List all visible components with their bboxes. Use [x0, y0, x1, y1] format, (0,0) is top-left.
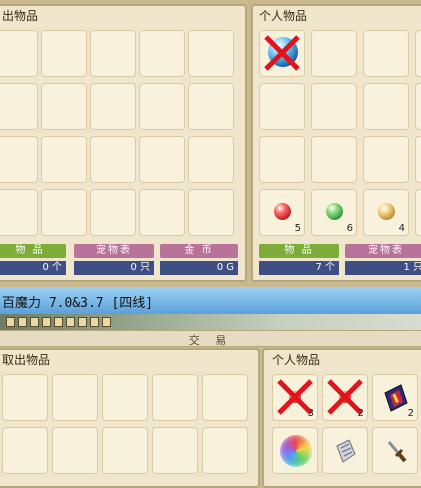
scroll-icon: [336, 439, 356, 463]
pet-count-value: 1 只: [345, 261, 421, 275]
item-slot[interactable]: 5: [259, 189, 305, 236]
item-slot[interactable]: [139, 136, 185, 183]
item-slot[interactable]: [363, 83, 409, 130]
item-slot[interactable]: [311, 136, 357, 183]
item-slot[interactable]: [259, 30, 305, 77]
item-slot[interactable]: [2, 427, 48, 474]
item-slot[interactable]: [188, 189, 234, 236]
toolbar-icon[interactable]: [54, 317, 63, 327]
item-slot[interactable]: [188, 136, 234, 183]
item-count: 6: [346, 223, 353, 234]
toolbar-icon[interactable]: [42, 317, 51, 327]
toolbar-icon[interactable]: [18, 317, 27, 327]
dagger-icon: [387, 441, 407, 463]
give-items-panel: 出物品 物 品 宠物表 金 币 0 个 0 只 0 G: [0, 4, 247, 282]
item-slot[interactable]: [102, 427, 148, 474]
item-slot[interactable]: [415, 30, 421, 77]
item-slot[interactable]: [152, 427, 198, 474]
panel-title: 出物品: [2, 9, 39, 23]
item-slot[interactable]: [0, 30, 38, 77]
tab-pets[interactable]: 宠物表: [345, 244, 421, 258]
toolbar-icon[interactable]: [90, 317, 99, 327]
item-slot[interactable]: [0, 136, 38, 183]
toolbar-icon[interactable]: [78, 317, 87, 327]
item-count: 2: [407, 408, 414, 419]
item-slot[interactable]: [363, 30, 409, 77]
item-slot[interactable]: [415, 189, 421, 236]
item-slot[interactable]: [152, 374, 198, 421]
personal-items-panel: 个人物品 5 6 4 物 品 宠物表 7 个 1 只: [251, 4, 421, 282]
item-count: 5: [294, 223, 301, 234]
item-slot[interactable]: [90, 136, 136, 183]
item-slot[interactable]: 3: [272, 374, 318, 421]
item-slot[interactable]: [202, 427, 248, 474]
toolbar-icon[interactable]: [6, 317, 15, 327]
panel-title: 个人物品: [272, 353, 321, 367]
item-slot[interactable]: [415, 83, 421, 130]
item-slot[interactable]: [41, 83, 87, 130]
item-slot[interactable]: [372, 427, 418, 474]
toolbar-icon[interactable]: [66, 317, 75, 327]
item-count: 3: [307, 408, 314, 419]
window-title: 百魔力 7.0&3.7 [四线]: [2, 296, 154, 311]
item-slot[interactable]: [2, 374, 48, 421]
item-slot[interactable]: [52, 374, 98, 421]
disabled-x-icon: [264, 35, 300, 71]
red-orb-icon: [274, 203, 291, 220]
item-slot[interactable]: [41, 136, 87, 183]
pet-count-value: 0 只: [74, 261, 154, 275]
item-slot[interactable]: [363, 136, 409, 183]
window-title-bar[interactable]: 百魔力 7.0&3.7 [四线]: [0, 287, 421, 314]
item-slot[interactable]: [139, 83, 185, 130]
game-scene-strip: [0, 314, 421, 330]
item-slot[interactable]: 2: [322, 374, 368, 421]
item-slot[interactable]: [0, 189, 38, 236]
item-slot[interactable]: [139, 30, 185, 77]
item-slot[interactable]: 4: [363, 189, 409, 236]
item-slot[interactable]: [90, 30, 136, 77]
item-slot[interactable]: 6: [311, 189, 357, 236]
trade-label: 交 易: [188, 334, 233, 347]
toolbar-icon[interactable]: [102, 317, 111, 327]
tab-gold[interactable]: 金 币: [160, 244, 238, 258]
item-slot[interactable]: [259, 136, 305, 183]
item-slot[interactable]: [272, 427, 318, 474]
item-slot[interactable]: [202, 374, 248, 421]
toolbar-icon[interactable]: [30, 317, 39, 327]
yellow-orb-icon: [378, 203, 395, 220]
trade-bar: 交 易: [0, 330, 421, 347]
item-slot[interactable]: [90, 83, 136, 130]
item-slot[interactable]: [188, 83, 234, 130]
item-slot[interactable]: [41, 30, 87, 77]
item-slot[interactable]: [0, 83, 38, 130]
gold-value: 0 G: [160, 261, 238, 275]
item-slot[interactable]: [311, 83, 357, 130]
item-count: 4: [398, 223, 405, 234]
item-slot[interactable]: [259, 83, 305, 130]
item-slot[interactable]: 2: [372, 374, 418, 421]
item-slot[interactable]: [139, 189, 185, 236]
panel-title: 个人物品: [259, 9, 308, 23]
item-count: 2: [357, 408, 364, 419]
item-slot[interactable]: [322, 427, 368, 474]
item-slot[interactable]: [102, 374, 148, 421]
tab-items[interactable]: 物 品: [0, 244, 66, 258]
item-slot[interactable]: [41, 189, 87, 236]
item-slot[interactable]: [415, 136, 421, 183]
item-slot[interactable]: [90, 189, 136, 236]
tab-pets[interactable]: 宠物表: [74, 244, 154, 258]
item-slot[interactable]: [311, 30, 357, 77]
item-slot[interactable]: [188, 30, 234, 77]
card-icon: [384, 384, 408, 412]
rainbow-orb-icon: [280, 435, 312, 467]
personal-items-panel-bottom: 个人物品 3 2 2: [262, 348, 421, 488]
green-orb-icon: [326, 203, 343, 220]
panel-title: 取出物品: [2, 353, 51, 367]
tab-items[interactable]: 物 品: [259, 244, 339, 258]
take-items-panel: 取出物品: [0, 348, 260, 488]
item-count-value: 0 个: [0, 261, 66, 275]
item-count-value: 7 个: [259, 261, 339, 275]
item-slot[interactable]: [52, 427, 98, 474]
